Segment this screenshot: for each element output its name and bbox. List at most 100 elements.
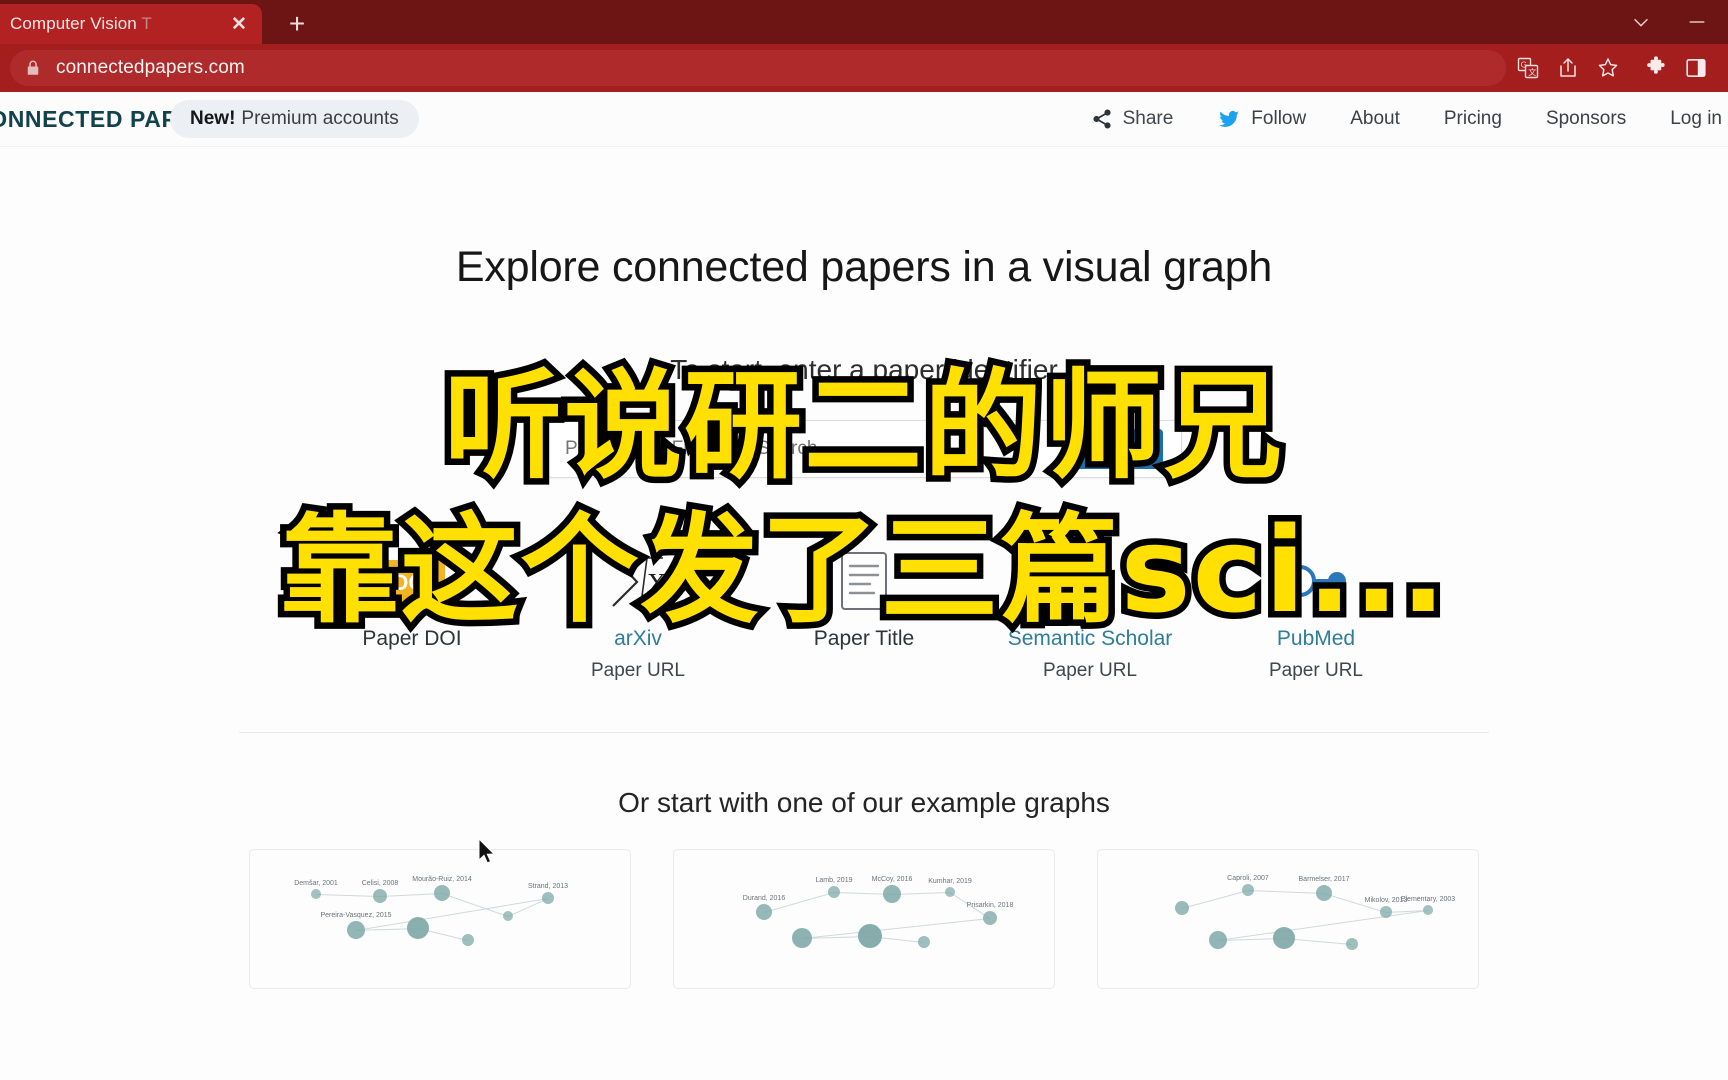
graph-node [462,934,474,946]
extensions-puzzle-icon[interactable] [1636,48,1676,88]
lock-icon [24,59,42,77]
svg-text:文: 文 [1528,67,1536,77]
identifier-sublabel: Paper URL [591,660,685,681]
nav-login[interactable]: Log in [1648,108,1728,130]
identifier-label: Semantic Scholar [1007,627,1173,650]
search-button[interactable]: Search [1061,429,1163,469]
graph-node [1316,885,1332,901]
nav-sponsors[interactable]: Sponsors [1524,108,1648,130]
graph-node [1346,938,1358,950]
example-graph-card[interactable]: Demšar, 2001 Celisi, 2008 Mourão-Ruiz, 201… [249,849,631,989]
graph-node [373,889,387,903]
graph-node [918,936,930,948]
doi-icon: DOI [377,544,447,618]
graph-node [1423,905,1433,915]
identifier-label: Paper Title [813,627,915,650]
graph-node-label: Durand, 2016 [742,895,786,902]
search-input[interactable] [565,438,1062,460]
graph-edge [379,893,443,897]
graph-node [945,887,955,897]
nav-follow[interactable]: Follow [1195,107,1328,131]
hero-section: Explore connected papers in a visual gra… [0,147,1728,682]
graph-node [792,928,812,948]
identifier-option-doi[interactable]: DOI Paper DOI [299,544,525,682]
graph-edge [315,894,380,897]
share-icon[interactable] [1548,48,1588,88]
graph-node [858,924,882,948]
nav-share-label: Share [1122,108,1174,129]
chevron-down-icon[interactable] [1628,9,1654,35]
premium-badge-text: Premium accounts [241,108,399,129]
toolbar-actions: G 文 [1508,48,1716,88]
identifier-label: Paper DOI [362,627,462,650]
example-graph-card[interactable]: Durand, 2016 Lamb, 2019 McCoy, 2016 Kumhar,… [673,849,1055,989]
graph-node-label: Pereira-Vasquez, 2015 [320,912,392,919]
semantic-scholar-icon [1057,544,1123,618]
examples-heading: Or start with one of our example graphs [618,787,1110,818]
share-icon [1093,109,1111,129]
graph-node [434,885,450,901]
graph-node [828,886,840,898]
graph-node [1242,884,1254,896]
graph-node [503,911,513,921]
side-panel-icon[interactable] [1676,48,1716,88]
premium-badge-new: New! [190,108,236,129]
graph-node-label: Caproli, 2007 [1227,875,1269,882]
graph-node-label: Elementary, 2003 [1400,896,1456,903]
graph-edge [801,918,991,939]
identifier-label: PubMed [1276,627,1356,650]
graph-node-label: Prisarkin, 2018 [966,902,1014,909]
graph-edge [1247,890,1325,894]
new-tab-button[interactable]: + [276,4,318,44]
address-bar[interactable]: connectedpapers.com [10,50,1506,86]
tab-title: Computer Vision T [10,14,152,33]
identifier-option-semantic-scholar[interactable]: Semantic Scholar Paper URL [977,544,1203,682]
svg-text:G: G [1521,60,1528,70]
page-title: Explore connected papers in a visual gra… [455,243,1273,291]
graph-node-label: Celisi, 2008 [361,880,399,887]
graph-node [311,889,321,899]
graph-node [1209,931,1227,949]
minimize-icon[interactable] [1684,9,1710,35]
graph-node-label: Lamb, 2019 [815,877,853,884]
svg-text:DOI: DOI [392,570,431,595]
paper-title-icon [834,544,894,618]
graph-edge [1181,890,1249,909]
tab-strip: Computer Vision T ✕ + [0,0,1728,44]
identifier-sublabel: Paper URL [1269,660,1363,681]
graph-node [756,904,772,920]
window-controls [1628,0,1728,44]
example-graph-cards: Demšar, 2001 Celisi, 2008 Mourão-Ruiz, 201… [0,849,1728,989]
identifier-sublabel: Paper URL [1043,660,1137,681]
graph-node [347,921,365,939]
graph-node-label: Strand, 2013 [527,883,569,890]
graph-node [1380,906,1392,918]
premium-accounts-badge[interactable]: New! Premium accounts [170,100,419,138]
identifier-options: DOI Paper DOI X arXiv Paper URL Paper Ti… [0,544,1728,682]
nav-about[interactable]: About [1328,108,1422,130]
nav-share[interactable]: Share [1069,108,1196,130]
graph-node-label: Demšar, 2001 [294,880,338,887]
example-graph-card[interactable]: Caproli, 2007 Barmelser, 2017 Mikolov, 201… [1097,849,1479,989]
graph-node [883,885,901,903]
browser-toolbar: connectedpapers.com G 文 [0,44,1728,92]
search-box[interactable]: Search [546,420,1182,478]
hero-subtitle: To start, enter a paper identifier [670,354,1058,385]
url-text: connectedpapers.com [56,57,245,78]
twitter-icon [1219,110,1240,127]
graph-node [983,911,997,925]
close-icon[interactable]: ✕ [226,11,252,37]
nav-pricing[interactable]: Pricing [1422,108,1524,130]
site-nav: Share Follow About Pricing Sponsors Log … [1069,107,1728,131]
graph-node-label: McCoy, 2016 [871,876,913,883]
identifier-option-arxiv[interactable]: X arXiv Paper URL [525,544,751,682]
browser-tab-active[interactable]: Computer Vision T ✕ [0,4,262,44]
identifier-option-paper-title[interactable]: Paper Title [751,544,977,682]
translate-icon[interactable]: G 文 [1508,48,1548,88]
mouse-cursor [478,837,498,871]
graph-node [407,917,429,939]
identifier-label: arXiv [614,627,662,650]
bookmark-star-icon[interactable] [1588,48,1628,88]
identifier-option-pubmed[interactable]: PubMed Paper URL [1203,544,1429,682]
graph-node [1175,901,1189,915]
